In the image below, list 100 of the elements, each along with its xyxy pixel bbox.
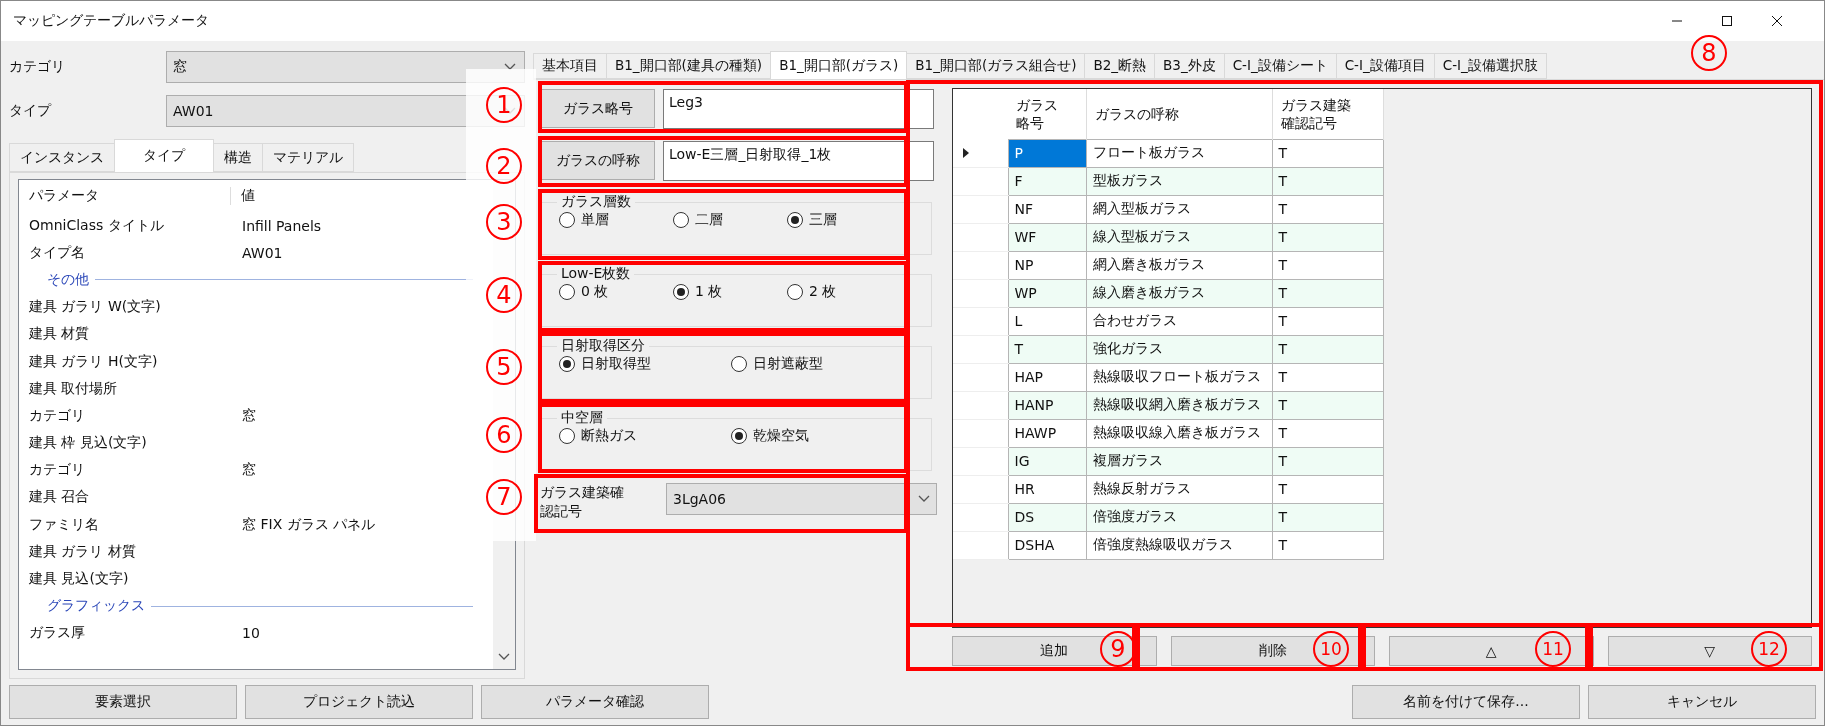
tab[interactable]: タイプ bbox=[114, 139, 214, 172]
footer-button[interactable]: キャンセル bbox=[1588, 685, 1816, 719]
table-cell[interactable]: T bbox=[1272, 531, 1383, 559]
table-cell[interactable]: DS bbox=[1008, 503, 1086, 531]
field-button[interactable]: ガラスの呼称 bbox=[540, 141, 655, 180]
text-field[interactable]: Leg3 bbox=[663, 89, 934, 129]
tab[interactable]: インスタンス bbox=[9, 143, 115, 172]
table-cell[interactable]: 熱線吸収フロート板ガラス bbox=[1086, 363, 1272, 391]
tab[interactable]: C-I_設備シート bbox=[1223, 53, 1337, 79]
tab[interactable]: C-I_設備選択肢 bbox=[1433, 53, 1547, 79]
table-cell[interactable]: 線入磨き板ガラス bbox=[1086, 279, 1272, 307]
table-cell[interactable]: T bbox=[1272, 447, 1383, 475]
scroll-down-icon[interactable] bbox=[498, 653, 510, 661]
radio-option[interactable]: 1 枚 bbox=[673, 283, 787, 301]
text-field[interactable]: Low-E三層_日射取得_1枚 bbox=[663, 141, 934, 181]
property-value: 窓 FIX ガラス パネル bbox=[241, 515, 376, 534]
property-name: 建具 ガラリ W(文字) bbox=[28, 298, 162, 317]
table-cell[interactable]: 複層ガラス bbox=[1086, 447, 1272, 475]
property-value: AW01 bbox=[241, 244, 283, 261]
radio-option[interactable]: 日射遮蔽型 bbox=[731, 355, 903, 373]
radio-option[interactable]: 0 枚 bbox=[559, 283, 673, 301]
table-cell[interactable]: 倍強度ガラス bbox=[1086, 503, 1272, 531]
table-cell[interactable]: T bbox=[1272, 363, 1383, 391]
table-cell[interactable]: T bbox=[1272, 139, 1383, 167]
table-cell[interactable]: 熱線反射ガラス bbox=[1086, 475, 1272, 503]
table-cell[interactable]: HAWP bbox=[1008, 419, 1086, 447]
tab[interactable]: B2_断熱 bbox=[1084, 53, 1156, 79]
table-cell[interactable]: T bbox=[1272, 419, 1383, 447]
table-cell[interactable]: T bbox=[1272, 167, 1383, 195]
tab[interactable]: B1_開口部(ガラス) bbox=[770, 51, 908, 79]
tab[interactable]: 構造 bbox=[213, 143, 263, 172]
table-cell[interactable]: 網入磨き板ガラス bbox=[1086, 251, 1272, 279]
table-cell[interactable]: L bbox=[1008, 307, 1086, 335]
callout-number: 11 bbox=[1535, 631, 1571, 667]
table-cell[interactable]: 網入型板ガラス bbox=[1086, 195, 1272, 223]
group-header[interactable]: グラフィックス bbox=[47, 597, 145, 616]
tab[interactable]: マテリアル bbox=[262, 143, 354, 172]
footer-button[interactable]: 名前を付けて保存... bbox=[1352, 685, 1580, 719]
maximize-icon bbox=[1721, 15, 1733, 27]
column-header: パラメータ bbox=[19, 187, 231, 205]
property-name: 建具 枠 見込(文字) bbox=[28, 434, 148, 453]
footer-button[interactable]: 要素選択 bbox=[9, 685, 237, 719]
dropdown[interactable]: 窓 bbox=[166, 51, 525, 83]
tab[interactable]: B1_開口部(建具の種類) bbox=[606, 53, 772, 79]
table-cell[interactable]: F bbox=[1008, 167, 1086, 195]
footer-button[interactable]: パラメータ確認 bbox=[481, 685, 709, 719]
property-name: 建具 見込(文字) bbox=[28, 570, 130, 589]
table-cell[interactable]: HAP bbox=[1008, 363, 1086, 391]
table-cell[interactable]: WF bbox=[1008, 223, 1086, 251]
group-header[interactable]: その他 bbox=[47, 270, 89, 289]
table-cell[interactable]: 倍強度熱線吸収ガラス bbox=[1086, 531, 1272, 559]
table-cell[interactable]: WP bbox=[1008, 279, 1086, 307]
table-cell[interactable]: P bbox=[1008, 139, 1086, 167]
callout-number: 5 bbox=[486, 349, 522, 385]
group-title: 中空層 bbox=[560, 409, 604, 427]
radio-option[interactable]: 2 枚 bbox=[787, 283, 901, 301]
table-cell[interactable]: DSHA bbox=[1008, 531, 1086, 559]
radio-option[interactable]: 二層 bbox=[673, 211, 787, 229]
table-cell[interactable]: T bbox=[1272, 195, 1383, 223]
callout-number: 3 bbox=[486, 204, 522, 240]
radio-option[interactable]: 断熱ガス bbox=[559, 427, 731, 445]
group-title: ガラス層数 bbox=[560, 193, 632, 211]
tab[interactable]: 基本項目 bbox=[533, 53, 607, 79]
table-cell[interactable]: T bbox=[1272, 475, 1383, 503]
table-cell[interactable]: T bbox=[1272, 279, 1383, 307]
table-cell[interactable]: 合わせガラス bbox=[1086, 307, 1272, 335]
dropdown[interactable]: 3LgA06 bbox=[666, 483, 937, 515]
callout-number: 6 bbox=[486, 417, 522, 453]
table-cell[interactable]: 強化ガラス bbox=[1086, 335, 1272, 363]
table-cell[interactable]: T bbox=[1272, 391, 1383, 419]
table-cell[interactable]: NF bbox=[1008, 195, 1086, 223]
field-button[interactable]: ガラス略号 bbox=[540, 89, 655, 128]
tab[interactable]: B1_開口部(ガラス組合せ) bbox=[906, 53, 1086, 79]
table-cell[interactable]: T bbox=[1272, 223, 1383, 251]
group-title: 日射取得区分 bbox=[560, 337, 646, 355]
table-cell[interactable]: T bbox=[1272, 251, 1383, 279]
table-cell[interactable]: T bbox=[1008, 335, 1086, 363]
table-cell[interactable]: 線入型板ガラス bbox=[1086, 223, 1272, 251]
table-cell[interactable]: T bbox=[1272, 335, 1383, 363]
property-value: 10 bbox=[241, 625, 260, 642]
table-cell[interactable]: HANP bbox=[1008, 391, 1086, 419]
table-cell[interactable]: NP bbox=[1008, 251, 1086, 279]
radio-option[interactable]: 三層 bbox=[787, 211, 901, 229]
tab[interactable]: B3_外皮 bbox=[1154, 53, 1225, 79]
table-cell[interactable]: 型板ガラス bbox=[1086, 167, 1272, 195]
table-cell[interactable]: フロート板ガラス bbox=[1086, 139, 1272, 167]
table-cell[interactable]: 熱線吸収線入磨き板ガラス bbox=[1086, 419, 1272, 447]
table-cell[interactable]: T bbox=[1272, 307, 1383, 335]
table-cell[interactable]: HR bbox=[1008, 475, 1086, 503]
property-name: 建具 ガラリ 材質 bbox=[28, 542, 137, 561]
tab[interactable]: C-I_設備項目 bbox=[1335, 53, 1435, 79]
radio-option[interactable]: 乾燥空気 bbox=[731, 427, 903, 445]
table-cell[interactable]: IG bbox=[1008, 447, 1086, 475]
property-name: カテゴリ bbox=[28, 461, 86, 480]
footer-button[interactable]: プロジェクト読込 bbox=[245, 685, 473, 719]
radio-option[interactable]: 単層 bbox=[559, 211, 673, 229]
table-cell[interactable]: 熱線吸収網入磨き板ガラス bbox=[1086, 391, 1272, 419]
radio-option[interactable]: 日射取得型 bbox=[559, 355, 731, 373]
table-cell[interactable]: T bbox=[1272, 503, 1383, 531]
property-name: カテゴリ bbox=[28, 406, 86, 425]
